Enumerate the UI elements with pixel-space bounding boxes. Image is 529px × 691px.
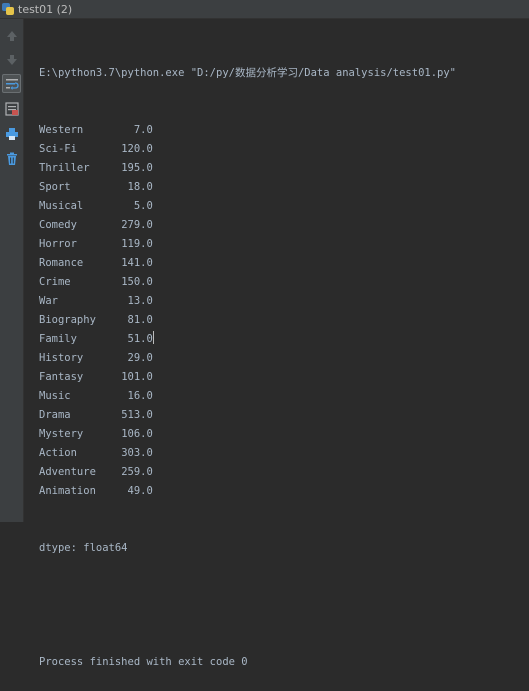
series-row: Romance 141.0 [39, 254, 456, 273]
genre-value: 303.0 [121, 447, 153, 459]
run-toolbar [0, 19, 24, 522]
series-row: Horror 119.0 [39, 235, 456, 254]
genre-value: 150.0 [121, 276, 153, 288]
padding [83, 428, 121, 440]
genre-label: Family [39, 333, 77, 345]
series-row: Sci-Fi 120.0 [39, 140, 456, 159]
genre-label: Biography [39, 314, 96, 326]
genre-value: 141.0 [121, 257, 153, 269]
genre-label: Adventure [39, 466, 96, 478]
genre-label: Sci-Fi [39, 143, 77, 155]
genre-value: 18.0 [127, 181, 153, 193]
padding [77, 219, 121, 231]
genre-label: Romance [39, 257, 84, 269]
console-output[interactable]: E:\python3.7\python.exe "D:/py/数据分析学习/Da… [39, 26, 456, 691]
genre-label: Thriller [39, 162, 90, 174]
series-row: Mystery 106.0 [39, 425, 456, 444]
genre-value: 195.0 [121, 162, 153, 174]
genre-value: 101.0 [121, 371, 153, 383]
series-row: Action 303.0 [39, 444, 456, 463]
genre-value: 259.0 [121, 466, 153, 478]
genre-label: Musical [39, 200, 84, 212]
padding [83, 124, 134, 136]
series-row: History 29.0 [39, 349, 456, 368]
genre-label: Fantasy [39, 371, 84, 383]
padding [71, 276, 122, 288]
series-row: Crime 150.0 [39, 273, 456, 292]
dtype-line: dtype: float64 [39, 542, 128, 554]
python-file-icon [2, 3, 14, 15]
run-tab-bar: test01 (2) [0, 0, 529, 19]
genre-value: 5.0 [133, 200, 153, 212]
series-output: Western 7.0 Sci-Fi 120.0 Thriller 195.0 Spo… [39, 121, 456, 501]
series-row: Western 7.0 [39, 121, 456, 140]
series-row: Drama 513.0 [39, 406, 456, 425]
exit-line: Process finished with exit code 0 [39, 656, 248, 668]
series-row: Family 51.0 [39, 330, 456, 349]
padding [83, 257, 121, 269]
padding [77, 238, 121, 250]
genre-label: Sport [39, 181, 71, 193]
padding [71, 181, 128, 193]
genre-value: 513.0 [121, 409, 153, 421]
genre-label: Animation [39, 485, 96, 497]
trash-icon[interactable] [2, 149, 21, 168]
padding [83, 352, 127, 364]
padding [58, 295, 128, 307]
padding [96, 466, 121, 478]
genre-value: 120.0 [121, 143, 153, 155]
genre-value: 13.0 [127, 295, 153, 307]
genre-value: 16.0 [127, 390, 153, 402]
padding [96, 485, 128, 497]
console-command-line: E:\python3.7\python.exe "D:/py/数据分析学习/Da… [39, 67, 457, 79]
genre-label: History [39, 352, 84, 364]
scroll-to-end-icon[interactable] [2, 99, 21, 118]
genre-value: 29.0 [127, 352, 153, 364]
genre-label: Comedy [39, 219, 77, 231]
series-row: Animation 49.0 [39, 482, 456, 501]
genre-label: Crime [39, 276, 71, 288]
padding [90, 162, 122, 174]
genre-value: 106.0 [121, 428, 153, 440]
genre-value: 81.0 [127, 314, 153, 326]
genre-value: 279.0 [121, 219, 153, 231]
series-row: Adventure 259.0 [39, 463, 456, 482]
genre-value: 119.0 [121, 238, 153, 250]
series-row: Musical 5.0 [39, 197, 456, 216]
genre-value: 7.0 [133, 124, 153, 136]
genre-label: Action [39, 447, 77, 459]
genre-label: Music [39, 390, 71, 402]
series-row: Music 16.0 [39, 387, 456, 406]
padding [77, 333, 128, 345]
padding [96, 314, 128, 326]
series-row: Thriller 195.0 [39, 159, 456, 178]
padding [77, 447, 121, 459]
genre-label: Western [39, 124, 84, 136]
genre-value: 49.0 [127, 485, 153, 497]
genre-label: Drama [39, 409, 71, 421]
genre-value: 51.0 [127, 333, 153, 345]
padding [77, 143, 121, 155]
padding [83, 200, 134, 212]
series-row: Fantasy 101.0 [39, 368, 456, 387]
run-tab[interactable]: test01 (2) [0, 0, 78, 19]
series-row: Comedy 279.0 [39, 216, 456, 235]
series-row: Sport 18.0 [39, 178, 456, 197]
padding [71, 409, 122, 421]
padding [71, 390, 128, 402]
text-cursor [152, 331, 154, 344]
genre-label: Mystery [39, 428, 84, 440]
genre-label: Horror [39, 238, 77, 250]
print-icon[interactable] [2, 124, 21, 143]
soft-wrap-icon[interactable] [2, 74, 21, 93]
series-row: War 13.0 [39, 292, 456, 311]
genre-label: War [39, 295, 58, 307]
run-tab-title: test01 (2) [18, 2, 73, 16]
series-row: Biography 81.0 [39, 311, 456, 330]
down-arrow-icon[interactable] [2, 50, 21, 69]
up-arrow-icon[interactable] [2, 26, 21, 45]
padding [83, 371, 121, 383]
